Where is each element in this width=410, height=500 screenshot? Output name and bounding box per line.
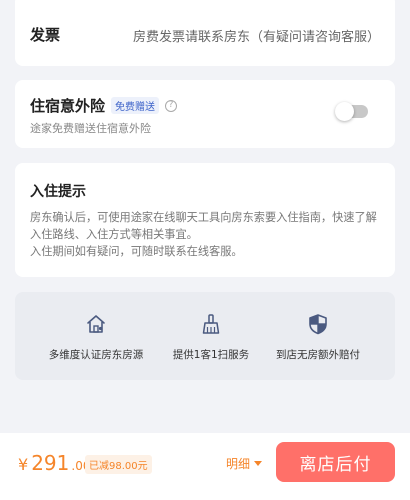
insurance-card: 住宿意外险 免费赠送 ? 途家免费赠送住宿意外险 xyxy=(15,80,395,148)
insurance-title: 住宿意外险 xyxy=(30,97,106,115)
invoice-card: 发票 房费发票请联系房东（有疑问请咨询客服） xyxy=(15,0,395,66)
service-guarantees: 多维度认证房东房源 提供1客1扫服务 到店无房额外赔付 xyxy=(15,292,395,380)
total-price: ¥ 291 .00 xyxy=(18,451,90,475)
checkin-tips-body: 房东确认后，可使用途家在线聊天工具向房东索要入住指南，快速了解入住路线、入住方式… xyxy=(30,209,382,260)
price-amount: 291 xyxy=(31,451,70,475)
invoice-description: 房费发票请联系房东（有疑问请咨询客服） xyxy=(132,30,380,45)
house-icon xyxy=(87,315,105,333)
free-gift-badge: 免费赠送 xyxy=(111,97,160,114)
toggle-knob xyxy=(335,102,354,121)
checkin-tips-card: 入住提示 房东确认后，可使用途家在线聊天工具向房东索要入住指南，快速了解入住路线… xyxy=(15,163,395,277)
checkin-tips-title: 入住提示 xyxy=(30,184,86,200)
invoice-title: 发票 xyxy=(30,26,61,44)
price-currency: ¥ xyxy=(18,455,29,474)
caret-down-icon xyxy=(254,461,263,466)
feature-label: 到店无房额外赔付 xyxy=(276,349,360,361)
insurance-header: 住宿意外险 免费赠送 ? xyxy=(30,95,178,116)
pay-after-checkout-button[interactable]: 离店后付 xyxy=(276,442,395,482)
feature-label: 多维度认证房东房源 xyxy=(48,349,144,361)
question-circle-icon[interactable]: ? xyxy=(165,99,178,112)
checkin-tips-line: 房东确认后，可使用途家在线聊天工具向房东索要入住指南，快速了解入住路线、入住方式… xyxy=(30,211,377,241)
feature-item: 多维度认证房东房源 xyxy=(33,292,159,380)
shield-icon xyxy=(309,314,327,335)
price-detail-toggle[interactable]: 明细 xyxy=(226,455,263,472)
broom-icon xyxy=(202,314,220,334)
insurance-subtitle: 途家免费赠送住宿意外险 xyxy=(30,122,151,135)
checkin-tips-line: 入住期间如有疑问，可随时联系在线客服。 xyxy=(30,245,243,258)
insurance-toggle[interactable] xyxy=(335,102,368,121)
bottom-checkout-bar: ¥ 291 .00 已减98.00元 明细 离店后付 xyxy=(0,433,410,500)
feature-item: 到店无房额外赔付 xyxy=(255,292,381,380)
detail-label: 明细 xyxy=(226,457,251,471)
discount-badge: 已减98.00元 xyxy=(85,455,152,474)
